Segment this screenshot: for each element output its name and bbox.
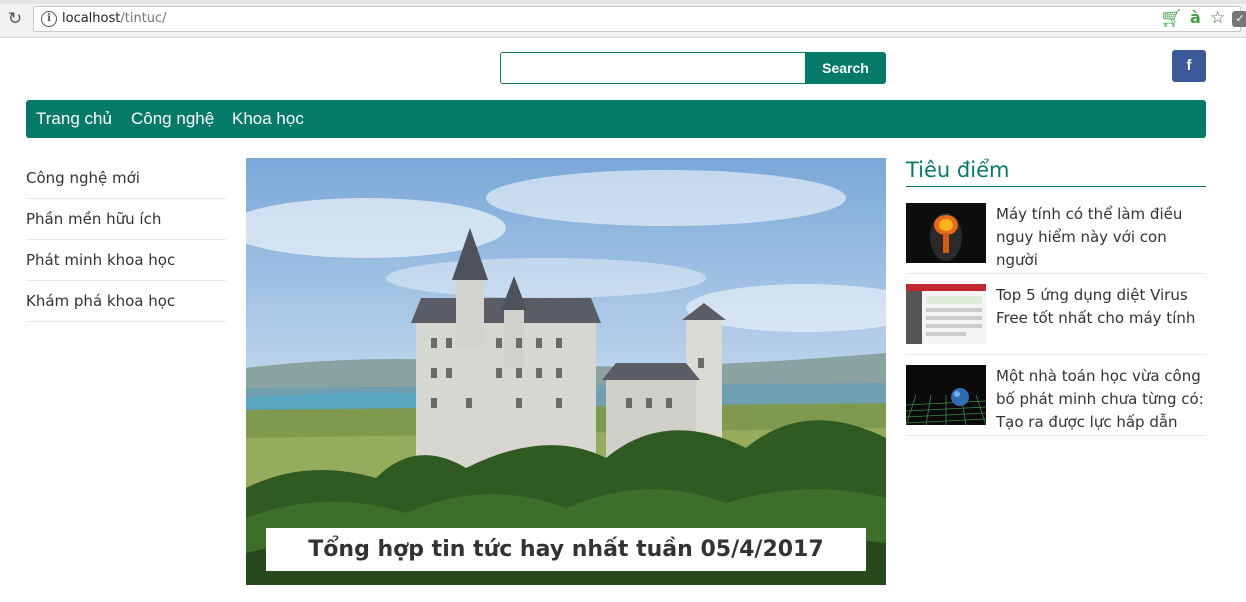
highlight-title[interactable]: Top 5 ứng dụng diệt Virus Free tốt nhất …	[996, 284, 1206, 330]
highlight-item[interactable]: Top 5 ứng dụng diệt Virus Free tốt nhất …	[906, 274, 1206, 355]
address-bar[interactable]: i localhost/tintuc/ 🛒︎ à ☆ ✓	[33, 6, 1246, 32]
highlight-title[interactable]: Một nhà toán học vừa công bố phát minh c…	[996, 365, 1206, 434]
reload-icon[interactable]: ↻	[4, 8, 26, 30]
info-icon[interactable]: i	[41, 11, 57, 27]
search-button[interactable]: Search	[805, 52, 886, 84]
featured-image	[246, 158, 886, 585]
highlight-title[interactable]: Máy tính có thể làm điều nguy hiểm này v…	[996, 203, 1206, 272]
highlight-thumbnail[interactable]	[906, 203, 986, 263]
cart-icon[interactable]: 🛒︎	[1160, 8, 1183, 29]
category-list: Công nghệ mới Phần mền hữu ích Phát minh…	[26, 158, 226, 322]
category-item[interactable]: Khám phá khoa học	[26, 281, 226, 322]
featured-article[interactable]: Tổng hợp tin tức hay nhất tuần 05/4/2017	[246, 158, 886, 585]
highlights-title: Tiêu điểm	[906, 158, 1206, 187]
browser-toolbar: ↻ i localhost/tintuc/ 🛒︎ à ☆ ✓	[0, 0, 1246, 38]
highlight-thumbnail[interactable]	[906, 284, 986, 344]
highlight-item[interactable]: Máy tính có thể làm điều nguy hiểm này v…	[906, 203, 1206, 274]
featured-caption[interactable]: Tổng hợp tin tức hay nhất tuần 05/4/2017	[266, 528, 866, 571]
star-icon[interactable]: ☆	[1210, 8, 1225, 28]
url-path: /tintuc/	[120, 11, 167, 26]
category-item[interactable]: Công nghệ mới	[26, 158, 226, 199]
nav-item-home[interactable]: Trang chủ	[36, 100, 112, 138]
highlight-item[interactable]: Một nhà toán học vừa công bố phát minh c…	[906, 355, 1206, 436]
search-form: Search	[500, 52, 886, 84]
translate-icon[interactable]: à	[1190, 8, 1201, 27]
extension-icon[interactable]: ✓	[1232, 11, 1246, 27]
tab-strip	[0, 0, 1246, 4]
nav-item-science[interactable]: Khoa học	[232, 100, 304, 138]
facebook-icon[interactable]: f	[1172, 50, 1206, 82]
main-nav: Trang chủ Công nghệ Khoa học	[26, 100, 1206, 138]
nav-item-technology[interactable]: Công nghệ	[131, 100, 214, 138]
category-item[interactable]: Phần mền hữu ích	[26, 199, 226, 240]
url-host: localhost	[62, 11, 121, 26]
url-text[interactable]: localhost/tintuc/	[62, 11, 167, 26]
category-item[interactable]: Phát minh khoa học	[26, 240, 226, 281]
highlight-thumbnail[interactable]	[906, 365, 986, 425]
highlights-panel: Tiêu điểm Máy tính có thể làm điều nguy …	[906, 158, 1206, 436]
search-input[interactable]	[500, 52, 806, 84]
